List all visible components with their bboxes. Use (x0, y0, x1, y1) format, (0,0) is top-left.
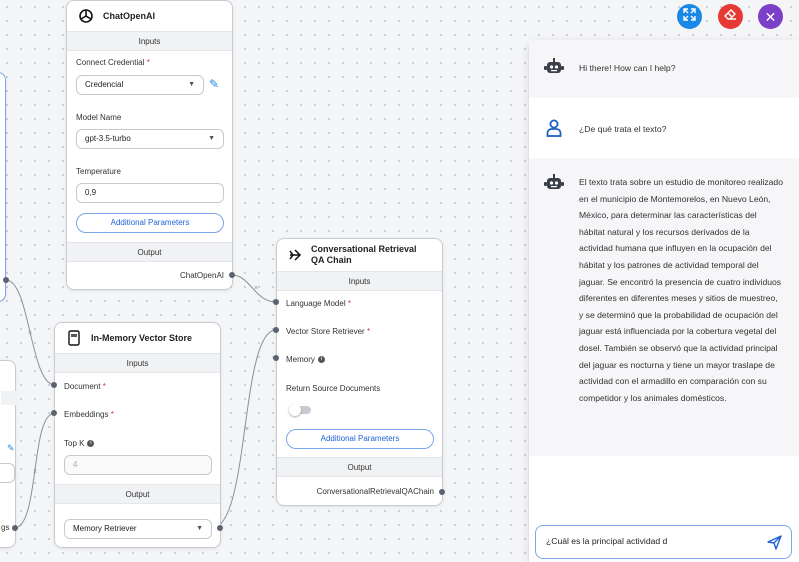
qa-chain-output-handle[interactable] (439, 489, 445, 495)
edge-delete-mark: × (28, 330, 32, 337)
edit-credential-icon[interactable]: ✎ (209, 77, 219, 91)
qa-chain-node-header: Conversational Retrieval QA Chain (277, 239, 442, 271)
info-icon[interactable]: i (87, 440, 95, 448)
chat-message-bot: Hi there! How can I help? (529, 40, 799, 98)
chatopenai-output-label: ChatOpenAI (179, 271, 224, 280)
info-icon[interactable]: i (317, 356, 325, 364)
topk-label: Top Ki (64, 439, 95, 448)
partial-node-bottom-output-handle[interactable] (12, 525, 18, 531)
memory-input-handle[interactable] (273, 355, 279, 361)
partial-node-top[interactable] (0, 72, 6, 302)
temperature-input[interactable]: 0,9 (76, 183, 224, 203)
additional-parameters-button[interactable]: Additional Parameters (286, 429, 434, 449)
embeddings-input-label: Embeddings * (64, 410, 114, 419)
chatopenai-node[interactable]: ChatOpenAI Inputs Connect Credential * C… (66, 0, 233, 290)
chain-link-icon (287, 246, 303, 264)
output-type-value: Memory Retriever (73, 524, 137, 533)
chevron-down-icon: ▼ (188, 81, 195, 88)
output-type-select[interactable]: Memory Retriever ▼ (64, 519, 212, 539)
memory-input-label: Memory i (286, 355, 325, 364)
inputs-section-header: Inputs (55, 353, 220, 373)
chat-message-bot: El texto trata sobre un estudio de monit… (529, 158, 799, 456)
chat-input-field[interactable]: ¿Cuál es la principal actividad d (535, 525, 792, 559)
chevron-down-icon: ▼ (196, 525, 203, 532)
chat-message-text: ¿De qué trata el texto? (579, 124, 667, 134)
robot-icon (543, 174, 565, 196)
document-input-label: Document * (64, 382, 106, 391)
model-name-label: Model Name (76, 113, 122, 122)
return-source-documents-label: Return Source Documents (286, 384, 381, 393)
vector-store-node-header: In-Memory Vector Store (55, 323, 220, 353)
chat-input-value: ¿Cuál es la principal actividad d (546, 536, 668, 546)
edit-icon[interactable]: ✎ (7, 443, 15, 454)
partial-node-top-output-handle[interactable] (3, 277, 9, 283)
openai-logo-icon (77, 7, 95, 25)
model-name-value: gpt-3.5-turbo (85, 134, 131, 143)
robot-icon (543, 58, 565, 80)
qa-chain-output-label: ConversationalRetrievalQAChain (316, 487, 434, 496)
in-memory-vector-store-node[interactable]: In-Memory Vector Store Inputs Document *… (54, 322, 221, 548)
chatopenai-node-header: ChatOpenAI (67, 1, 232, 31)
chat-message-user: ¿De qué trata el texto? (529, 98, 799, 158)
model-name-select[interactable]: gpt-3.5-turbo ▼ (76, 129, 224, 149)
embeddings-input-handle[interactable] (51, 410, 57, 416)
close-chat-button[interactable]: ✕ (758, 4, 783, 29)
partial-node-bottom[interactable]: gs ✎ (0, 360, 17, 548)
language-model-input-handle[interactable] (273, 299, 279, 305)
user-icon (543, 119, 565, 141)
chat-message-text: El texto trata sobre un estudio de monit… (579, 177, 783, 403)
conversational-retrieval-qa-chain-node[interactable]: Conversational Retrieval QA Chain Inputs… (276, 238, 443, 506)
credential-label: Connect Credential * (76, 58, 150, 67)
credential-select[interactable]: Credencial ▼ (76, 75, 204, 95)
partial-node-edge-label: gs (1, 523, 10, 532)
send-icon[interactable] (767, 535, 782, 555)
temperature-label: Temperature (76, 167, 121, 176)
document-input-handle[interactable] (51, 382, 57, 388)
clear-chat-button[interactable] (718, 4, 743, 29)
node-title: Conversational Retrieval QA Chain (311, 244, 417, 265)
additional-parameters-button[interactable]: Additional Parameters (76, 213, 224, 233)
eraser-icon (724, 8, 737, 26)
inputs-section-header: Inputs (67, 31, 232, 51)
expand-chat-button[interactable] (677, 4, 702, 29)
chatopenai-output-handle[interactable] (229, 272, 235, 278)
vector-store-retriever-input-label: Vector Store Retriever * (286, 327, 371, 336)
edge-delete-mark: × (33, 469, 37, 476)
edge-delete-mark: × (254, 285, 258, 292)
output-section-header: Output (67, 242, 232, 262)
node-title: In-Memory Vector Store (91, 333, 193, 343)
output-section-header: Output (55, 484, 220, 504)
language-model-input-label: Language Model * (286, 299, 351, 308)
vector-store-retriever-input-handle[interactable] (273, 327, 279, 333)
topk-input[interactable]: 4 (64, 455, 212, 475)
credential-value: Credencial (85, 80, 124, 89)
edge-delete-mark: × (245, 426, 249, 433)
chat-panel: Hi there! How can I help? ¿De qué trata … (528, 40, 799, 562)
memory-store-icon (65, 329, 83, 347)
chat-message-text: Hi there! How can I help? (579, 63, 676, 73)
expand-arrows-icon (683, 7, 696, 26)
output-section-header: Output (277, 457, 442, 477)
chevron-down-icon: ▼ (208, 135, 215, 142)
edge-retriever-to-chain (211, 329, 277, 529)
node-title: ChatOpenAI (103, 11, 156, 21)
close-icon: ✕ (764, 8, 777, 25)
return-source-documents-toggle[interactable] (289, 404, 311, 416)
inputs-section-header: Inputs (277, 271, 442, 291)
vector-store-output-handle[interactable] (217, 525, 223, 531)
